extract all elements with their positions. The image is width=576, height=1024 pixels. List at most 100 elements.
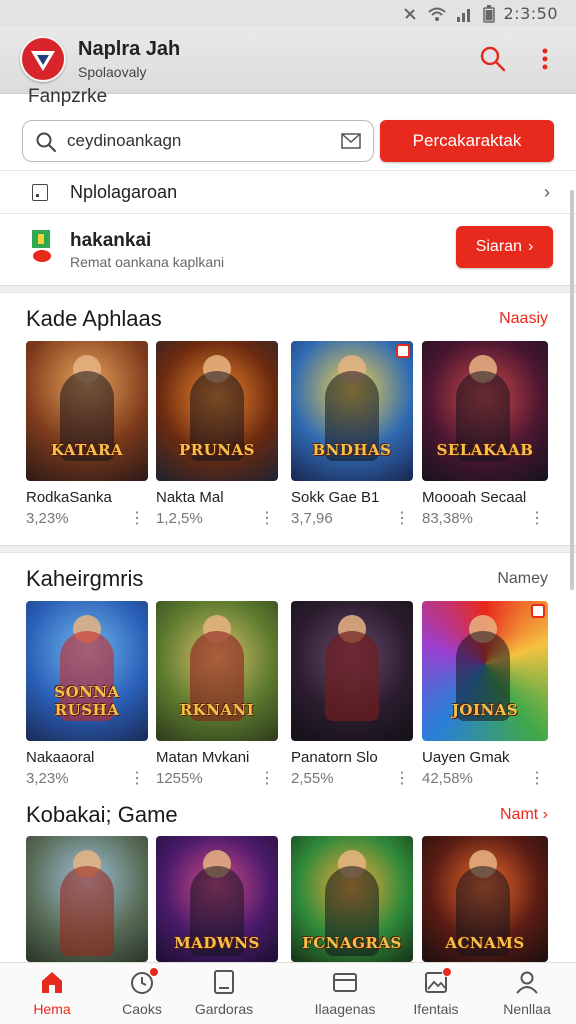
nav-item-clock[interactable]: Caoks [97,967,187,1017]
game-name: Uayen Gmak [422,749,510,766]
promo-subtitle: Remat oankana kaplkani [70,254,225,270]
scrollbar[interactable] [570,190,574,590]
profile-icon [516,971,538,994]
game-art-text: RKNANI [179,701,255,719]
app-logo-icon[interactable] [20,36,66,82]
game-name: RodkaSanka [26,489,112,506]
game-thumbnail [291,601,413,741]
game-thumbnail: JOINAS [422,601,548,741]
game-rating: 3,23% [26,510,69,527]
game-thumbnail: BNDHAS [291,341,413,481]
more-vert-icon[interactable]: ⋮ [529,768,545,788]
search-input[interactable] [67,129,327,153]
game-card[interactable]: Panatorn Slo 2,55% ⋮ [291,601,413,790]
search-button[interactable] [478,44,508,74]
game-thumbnail: RKNANI [156,601,278,741]
badge-icon [396,344,410,358]
game-art-text: FCNAGRAS [302,934,402,952]
game-art-text: BNDHAS [312,441,392,459]
nav-item-profile[interactable]: Nenllaa [482,969,572,1017]
game-thumbnail [26,836,148,962]
game-card[interactable]: JOINAS Uayen Gmak 42,58% ⋮ [422,601,548,790]
game-card[interactable]: SELAKAAB Moooah Secaal 83,38% ⋮ [422,341,548,530]
nav-item-card[interactable]: Ilaagenas [300,969,390,1017]
app-title: Naplra Jah [78,38,181,60]
section-see-all-link[interactable]: Naasiy [499,310,548,328]
app-subtitle: Spolaovaly [78,64,147,80]
game-rating: 3,23% [26,770,69,787]
badge-icon [531,604,545,618]
game-card[interactable]: RKNANI Matan Mvkani 1255% ⋮ [156,601,278,790]
game-name: Nakta Mal [156,489,224,506]
game-rating: 2,55% [291,770,334,787]
section-see-all-link[interactable]: Namey [497,570,548,588]
game-card[interactable] [26,836,148,962]
notification-dot [149,967,159,977]
more-vert-icon[interactable]: ⋮ [129,508,145,528]
game-art-text: JOINAS [451,701,519,719]
promo-action-label: Siaran [475,238,522,255]
status-time: 2:3:50 [503,4,558,23]
game-card[interactable]: FCNAGRAS [291,836,413,962]
game-thumbnail: ACNAMS [422,836,548,962]
battery-icon [482,4,495,23]
nav-label: Hema [33,1001,71,1017]
overflow-menu-button[interactable] [530,44,560,74]
nav-label: Ifentais [413,1001,459,1017]
notification-dot [442,967,452,977]
game-thumbnail: SELAKAAB [422,341,548,481]
nav-label: Caoks [122,1001,162,1017]
phone-icon [32,184,48,201]
promo-action-button[interactable]: Siaran › [456,226,553,268]
search-icon [480,46,506,72]
nav-item-home[interactable]: Hema [7,969,97,1017]
nav-label: Gardoras [194,1001,254,1017]
section-see-all-link[interactable]: Namt › [500,806,548,824]
section-title: Kaheirgmris [26,566,144,591]
game-card[interactable]: KATARA RodkaSanka 3,23% ⋮ [26,341,148,530]
nav-item-tablet[interactable]: Gardoras [179,969,269,1017]
more-vert-icon[interactable]: ⋮ [394,508,410,528]
mute-icon [403,7,416,20]
card-icon [333,973,357,992]
game-card[interactable]: PRUNAS Nakta Mal 1,2,5% ⋮ [156,341,278,530]
game-art-text: ACNAMS [445,934,525,952]
game-name: Nakaaoral [26,749,95,766]
chevron-right-icon: › [538,806,548,823]
game-rating: 83,38% [422,510,473,527]
nav-item-gallery[interactable]: Ifentais [391,967,481,1017]
game-art-text: MADWNS [174,934,260,952]
game-rating: 1255% [156,770,203,787]
search-box[interactable] [22,120,374,162]
search-submit-button[interactable]: Percakaraktak [380,120,554,162]
game-name: Sokk Gae B1 [291,489,380,506]
app-bar: Naplra Jah Spolaovaly [0,26,576,94]
wifi-icon [427,7,446,21]
list-row[interactable]: Nplolagaroan › [0,170,576,214]
game-card[interactable]: SONNA RUSHA Nakaaoral 3,23% ⋮ [26,601,148,790]
more-vert-icon[interactable]: ⋮ [259,768,275,788]
more-vert-icon[interactable]: ⋮ [129,768,145,788]
game-name: Panatorn Slo [291,749,378,766]
mail-icon[interactable] [341,132,361,150]
more-vert-icon[interactable]: ⋮ [529,508,545,528]
game-name: Moooah Secaal [422,489,527,506]
game-card[interactable]: MADWNS [156,836,278,962]
section-title: Kade Aphlaas [26,306,162,331]
search-icon [36,132,56,152]
section-title: Kobakai; Game [26,802,178,827]
status-bar: 2:3:50 [0,0,576,26]
game-thumbnail: PRUNAS [156,341,278,481]
more-vert-icon[interactable]: ⋮ [394,768,410,788]
signal-icon [456,8,470,22]
more-vert-icon[interactable]: ⋮ [259,508,275,528]
promo-title: hakankai [70,230,152,251]
game-rating: 3,7,96 [291,510,333,527]
game-card[interactable]: ACNAMS [422,836,548,962]
game-rating: 1,2,5% [156,510,203,527]
section-see-all-label: Namt [499,806,539,823]
nav-label: Nenllaa [503,1001,551,1017]
game-name: Matan Mvkani [156,749,250,766]
game-art-text: SELAKAAB [436,441,534,459]
game-card[interactable]: BNDHAS Sokk Gae B1 3,7,96 ⋮ [291,341,413,530]
